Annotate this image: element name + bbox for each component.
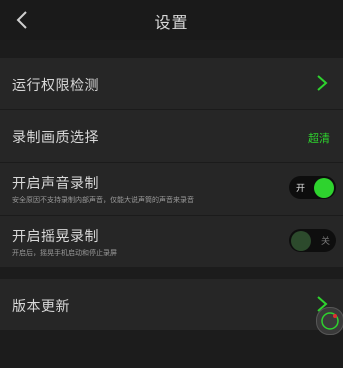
quality-value[interactable]: 超清 <box>308 130 330 146</box>
toggle-knob <box>291 230 311 251</box>
page-title: 设置 <box>154 13 189 32</box>
header-bar: 设置 <box>0 0 343 40</box>
audio-record-toggle[interactable]: 开 <box>289 176 336 199</box>
settings-row-shake-record: 开启摇晃录制 开启后，摇晃手机启动和停止录屏 关 <box>0 216 343 267</box>
shake-record-toggle[interactable]: 关 <box>289 229 336 252</box>
toggle-label: 关 <box>320 237 330 247</box>
toggle-knob <box>314 177 334 198</box>
settings-row-quality[interactable]: 录制画质选择 超清 <box>0 110 343 162</box>
chevron-right-icon <box>317 75 328 91</box>
row-label: 版本更新 <box>12 299 70 315</box>
row-description: 安全原因不支持录制内部声音，仅能大说声筒的声音来录音 <box>12 196 194 204</box>
settings-row-version-update[interactable]: 版本更新 <box>0 279 343 330</box>
settings-row-permission-check[interactable]: 运行权限检测 <box>0 58 343 109</box>
toggle-label: 开 <box>296 184 306 194</box>
record-icon <box>321 312 339 330</box>
row-label: 录制画质选择 <box>12 130 99 146</box>
row-description: 开启后，摇晃手机启动和停止录屏 <box>12 249 117 257</box>
floating-record-button[interactable] <box>316 307 343 335</box>
row-label: 开启摇晃录制 <box>12 229 99 245</box>
row-label: 开启声音录制 <box>12 176 99 192</box>
row-label: 运行权限检测 <box>12 78 99 94</box>
settings-row-audio-record: 开启声音录制 安全原因不支持录制内部声音，仅能大说声筒的声音来录音 开 <box>0 163 343 215</box>
